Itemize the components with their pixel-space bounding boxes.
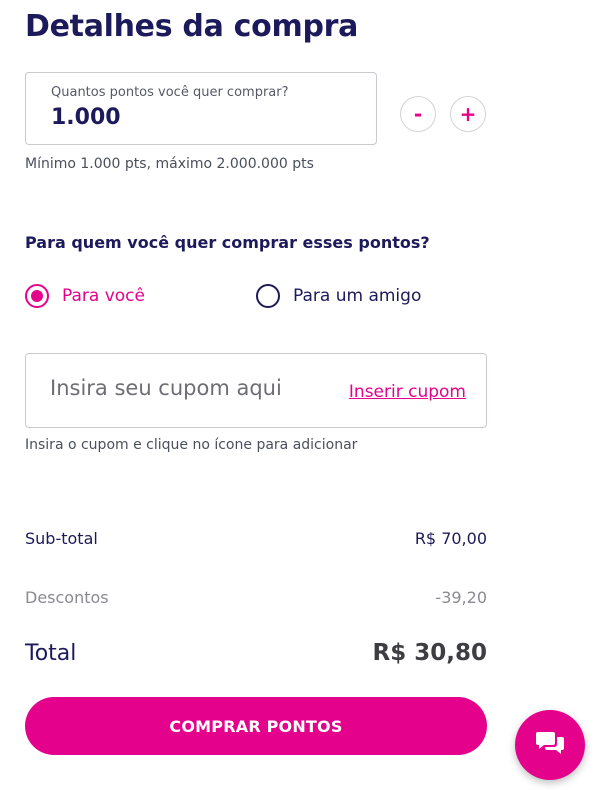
points-quantity-value[interactable]: 1.000 xyxy=(51,105,121,130)
radio-for-you-label: Para você xyxy=(62,286,145,306)
coupon-hint: Insira o cupom e clique no ícone para ad… xyxy=(25,437,358,453)
coupon-field: Inserir cupom xyxy=(25,353,487,428)
buy-points-button[interactable]: COMPRAR PONTOS xyxy=(25,697,487,755)
radio-for-you[interactable]: Para você xyxy=(25,284,145,308)
purchase-details-page: Detalhes da compra Quantos pontos você q… xyxy=(0,0,612,790)
total-label: Total xyxy=(25,641,77,666)
coupon-input[interactable] xyxy=(50,376,340,400)
total-value: R$ 30,80 xyxy=(372,640,487,666)
subtotal-label: Sub-total xyxy=(25,529,98,548)
discount-value: -39,20 xyxy=(435,588,487,607)
decrement-button[interactable]: - xyxy=(400,96,436,132)
radio-checked-icon[interactable] xyxy=(25,284,49,308)
radio-for-friend[interactable]: Para um amigo xyxy=(256,284,421,308)
discount-row: Descontos -39,20 xyxy=(25,588,487,607)
radio-unchecked-icon[interactable] xyxy=(256,284,280,308)
total-row: Total R$ 30,80 xyxy=(25,640,487,666)
increment-button[interactable]: + xyxy=(450,96,486,132)
chat-icon xyxy=(535,729,565,761)
points-range-hint: Mínimo 1.000 pts, máximo 2.000.000 pts xyxy=(25,156,314,172)
subtotal-value: R$ 70,00 xyxy=(414,529,487,548)
chat-button[interactable] xyxy=(515,710,585,780)
discount-label: Descontos xyxy=(25,588,109,607)
apply-coupon-link[interactable]: Inserir cupom xyxy=(349,382,466,402)
subtotal-row: Sub-total R$ 70,00 xyxy=(25,529,487,548)
points-quantity-field[interactable]: Quantos pontos você quer comprar? 1.000 xyxy=(25,72,377,145)
radio-for-friend-label: Para um amigo xyxy=(293,286,422,306)
recipient-question: Para quem você quer comprar esses pontos… xyxy=(25,233,430,252)
points-quantity-label: Quantos pontos você quer comprar? xyxy=(51,85,289,100)
page-title: Detalhes da compra xyxy=(25,9,359,44)
